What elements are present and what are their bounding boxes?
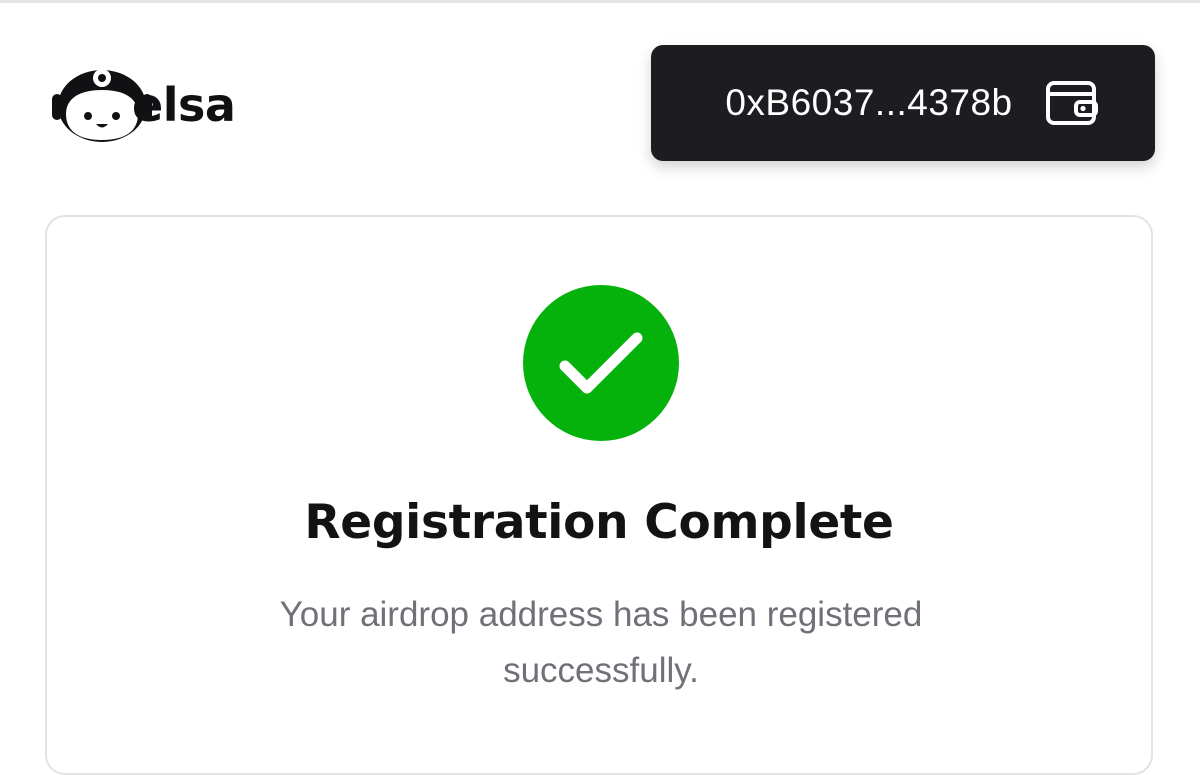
status-message: Your airdrop address has been registered… xyxy=(279,595,923,690)
status-title: Registration Complete xyxy=(304,495,894,550)
wallet-button[interactable]: 0xB6037...4378b xyxy=(651,45,1155,161)
registration-card: Registration Complete Your airdrop addre… xyxy=(45,215,1153,775)
header: elsa 0xB6037...4378b xyxy=(0,0,1200,200)
wallet-address: 0xB6037...4378b xyxy=(725,82,1013,123)
wallet-icon xyxy=(1045,81,1098,125)
brand-logo[interactable]: elsa xyxy=(50,64,236,146)
brand-name: elsa xyxy=(132,78,236,132)
check-circle-icon xyxy=(523,285,679,441)
